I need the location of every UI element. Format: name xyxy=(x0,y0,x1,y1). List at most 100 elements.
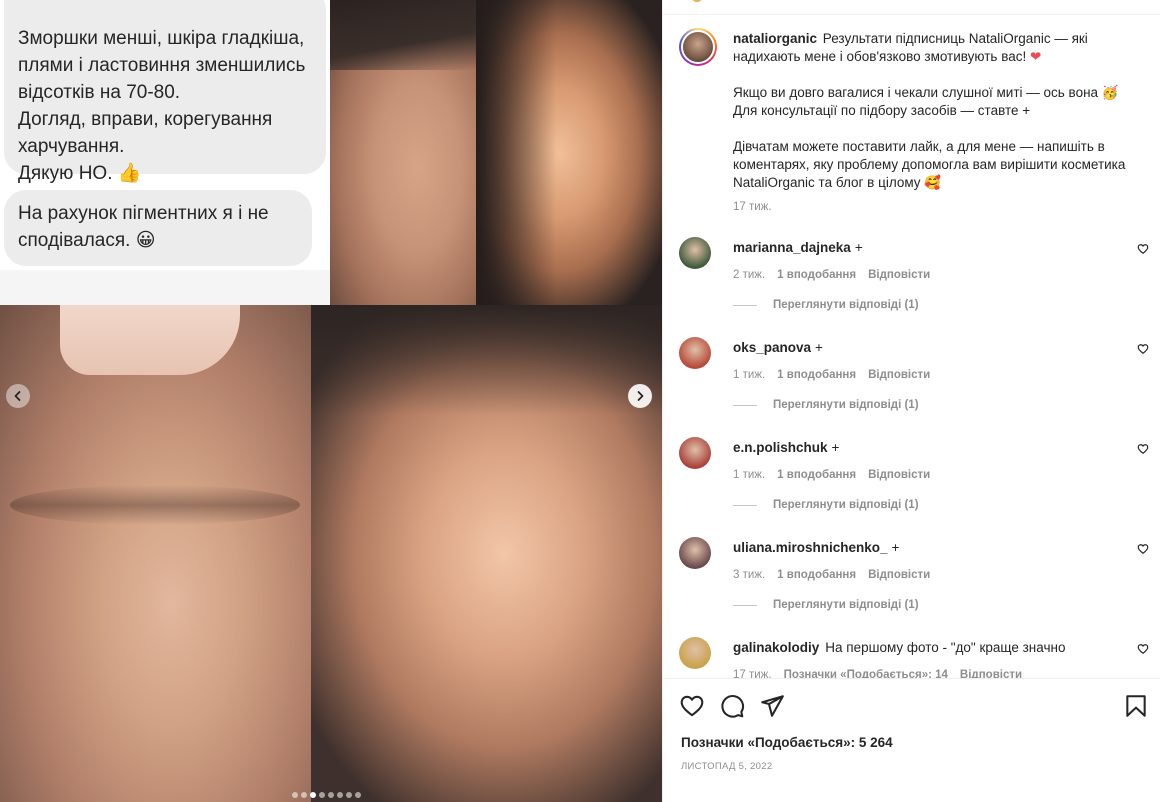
comment-line: oks_panova + xyxy=(733,339,1113,357)
carousel-dot xyxy=(328,792,334,798)
post-side-panel: nataliorganic Результати підписниць Nata… xyxy=(662,0,1160,802)
avatar[interactable] xyxy=(679,437,711,469)
heart-icon[interactable] xyxy=(1137,443,1149,455)
divider xyxy=(733,304,757,306)
chat-message-bubble: На рахунок пігментних я і не сподівалася… xyxy=(4,190,312,266)
comment-likes[interactable]: 1 вподобання xyxy=(777,469,856,481)
post-media-carousel[interactable]: Зморшки менші, шкіра гладкіша, плями і л… xyxy=(0,0,662,802)
chat-screenshot: Зморшки менші, шкіра гладкіша, плями і л… xyxy=(0,0,330,305)
comment-text: + xyxy=(854,240,863,255)
comment-meta: 3 тиж. 1 вподобання Відповісти xyxy=(733,569,1113,581)
carousel-dots xyxy=(292,792,361,798)
heart-icon[interactable] xyxy=(1137,343,1149,355)
carousel-dot xyxy=(337,792,343,798)
comment-item: marianna_dajneka +2 тиж. 1 вподобання Відпо… xyxy=(679,237,1149,337)
carousel-dot xyxy=(292,792,298,798)
comment-username[interactable]: uliana.miroshnichenko_ xyxy=(733,540,888,555)
view-replies-label: Переглянути відповіді (1) xyxy=(773,499,919,511)
comment-meta: 2 тиж. 1 вподобання Відповісти xyxy=(733,269,1113,281)
view-replies-button[interactable]: Переглянути відповіді (1) xyxy=(733,599,919,611)
comment-item: oks_panova +1 тиж. 1 вподобання Відповісти П… xyxy=(679,337,1149,437)
reply-button[interactable]: Відповісти xyxy=(868,369,930,381)
comment-line: e.n.polishchuk + xyxy=(733,439,1113,457)
caption-text: Якщо ви довго вагалися і чекали слушної … xyxy=(733,85,1119,118)
header-avatar[interactable] xyxy=(691,0,703,2)
comment-meta: 1 тиж. 1 вподобання Відповісти xyxy=(733,469,1113,481)
header-divider xyxy=(663,14,1160,15)
chevron-right-icon[interactable] xyxy=(628,384,652,408)
heart-icon[interactable] xyxy=(1137,543,1149,555)
comment-icon[interactable] xyxy=(719,693,745,719)
photo-after-face xyxy=(311,305,662,802)
chat-message-bubble: Зморшки менші, шкіра гладкіша, плями і л… xyxy=(4,0,326,184)
comment-text: На першому фото - "до" краще значно xyxy=(825,640,1066,655)
caption-timestamp[interactable]: 17 тиж. xyxy=(733,198,1143,216)
view-replies-label: Переглянути відповіді (1) xyxy=(773,399,919,411)
avatar[interactable] xyxy=(679,337,711,369)
heart-icon[interactable] xyxy=(679,693,705,719)
avatar[interactable] xyxy=(679,28,717,66)
comment-username[interactable]: oks_panova xyxy=(733,340,811,355)
comment-username[interactable]: marianna_dajneka xyxy=(733,240,851,255)
avatar[interactable] xyxy=(679,537,711,569)
photo-after-closeup xyxy=(476,0,662,305)
view-replies-label: Переглянути відповіді (1) xyxy=(773,599,919,611)
comment-timestamp[interactable]: 17 тиж. xyxy=(733,669,772,678)
view-replies-label: Переглянути відповіді (1) xyxy=(773,299,919,311)
divider xyxy=(733,504,757,506)
carousel-dot xyxy=(346,792,352,798)
bookmark-icon[interactable] xyxy=(1123,693,1149,719)
divider xyxy=(733,404,757,406)
comments-list[interactable]: marianna_dajneka +2 тиж. 1 вподобання Відпо… xyxy=(663,225,1160,678)
comment-timestamp[interactable]: 1 тиж. xyxy=(733,469,765,481)
heart-icon[interactable] xyxy=(1137,643,1149,655)
comment-meta: 1 тиж. 1 вподобання Відповісти xyxy=(733,369,1113,381)
carousel-dot xyxy=(310,792,316,798)
chat-message-text: На рахунок пігментних я і не сподівалася… xyxy=(18,203,269,251)
comment-likes[interactable]: 1 вподобання xyxy=(777,569,856,581)
instagram-post-view: Зморшки менші, шкіра гладкіша, плями і л… xyxy=(0,0,1160,802)
reply-button[interactable]: Відповісти xyxy=(868,269,930,281)
divider xyxy=(733,604,757,606)
comment-meta: 17 тиж. Позначки «Подобається»: 14 Відпові… xyxy=(733,669,1113,678)
photo-before-closeup xyxy=(330,0,476,305)
comment-likes[interactable]: Позначки «Подобається»: 14 xyxy=(784,669,948,678)
comment-item: uliana.miroshnichenko_ +3 тиж. 1 вподобанн… xyxy=(679,537,1149,637)
red-heart-emoji: ❤ xyxy=(1030,49,1042,64)
chat-message-text: Зморшки менші, шкіра гладкіша, плями і л… xyxy=(18,28,306,184)
comment-line: marianna_dajneka + xyxy=(733,239,1113,257)
send-icon[interactable] xyxy=(759,693,785,719)
likes-count[interactable]: Позначки «Подобається»: 5 264 xyxy=(681,735,893,750)
comment-line: uliana.miroshnichenko_ + xyxy=(733,539,1113,557)
view-replies-button[interactable]: Переглянути відповіді (1) xyxy=(733,499,919,511)
carousel-dot xyxy=(319,792,325,798)
carousel-dot xyxy=(355,792,361,798)
view-replies-button[interactable]: Переглянути відповіді (1) xyxy=(733,299,919,311)
comment-timestamp[interactable]: 2 тиж. xyxy=(733,269,765,281)
chevron-left-icon[interactable] xyxy=(6,384,30,408)
comment-username[interactable]: e.n.polishchuk xyxy=(733,440,828,455)
caption-username[interactable]: nataliorganic xyxy=(733,31,817,46)
caption-text: Дівчатам можете поставити лайк, а для ме… xyxy=(733,139,1126,190)
comment-likes[interactable]: 1 вподобання xyxy=(777,369,856,381)
comment-likes[interactable]: 1 вподобання xyxy=(777,269,856,281)
avatar[interactable] xyxy=(679,637,711,669)
comment-line: galinakolodiy На першому фото - "до" кращ… xyxy=(733,639,1113,657)
heart-icon[interactable] xyxy=(1137,243,1149,255)
comment-item: galinakolodiy На першому фото - "до" кращ… xyxy=(679,637,1149,678)
comment-text: + xyxy=(891,540,900,555)
post-date[interactable]: ЛИСТОПАД 5, 2022 xyxy=(681,761,772,772)
reply-button[interactable]: Відповісти xyxy=(868,569,930,581)
photo-before-face xyxy=(0,305,311,802)
comment-text: + xyxy=(831,440,840,455)
comment-text: + xyxy=(815,340,823,355)
reply-button[interactable]: Відповісти xyxy=(868,469,930,481)
chat-footer-strip xyxy=(0,270,330,305)
comment-timestamp[interactable]: 3 тиж. xyxy=(733,569,765,581)
comment-timestamp[interactable]: 1 тиж. xyxy=(733,369,765,381)
reply-button[interactable]: Відповісти xyxy=(960,669,1022,678)
avatar[interactable] xyxy=(679,237,711,269)
comment-username[interactable]: galinakolodiy xyxy=(733,640,819,655)
post-actions-bar: Позначки «Подобається»: 5 264 ЛИСТОПАД 5… xyxy=(663,678,1160,802)
view-replies-button[interactable]: Переглянути відповіді (1) xyxy=(733,399,919,411)
